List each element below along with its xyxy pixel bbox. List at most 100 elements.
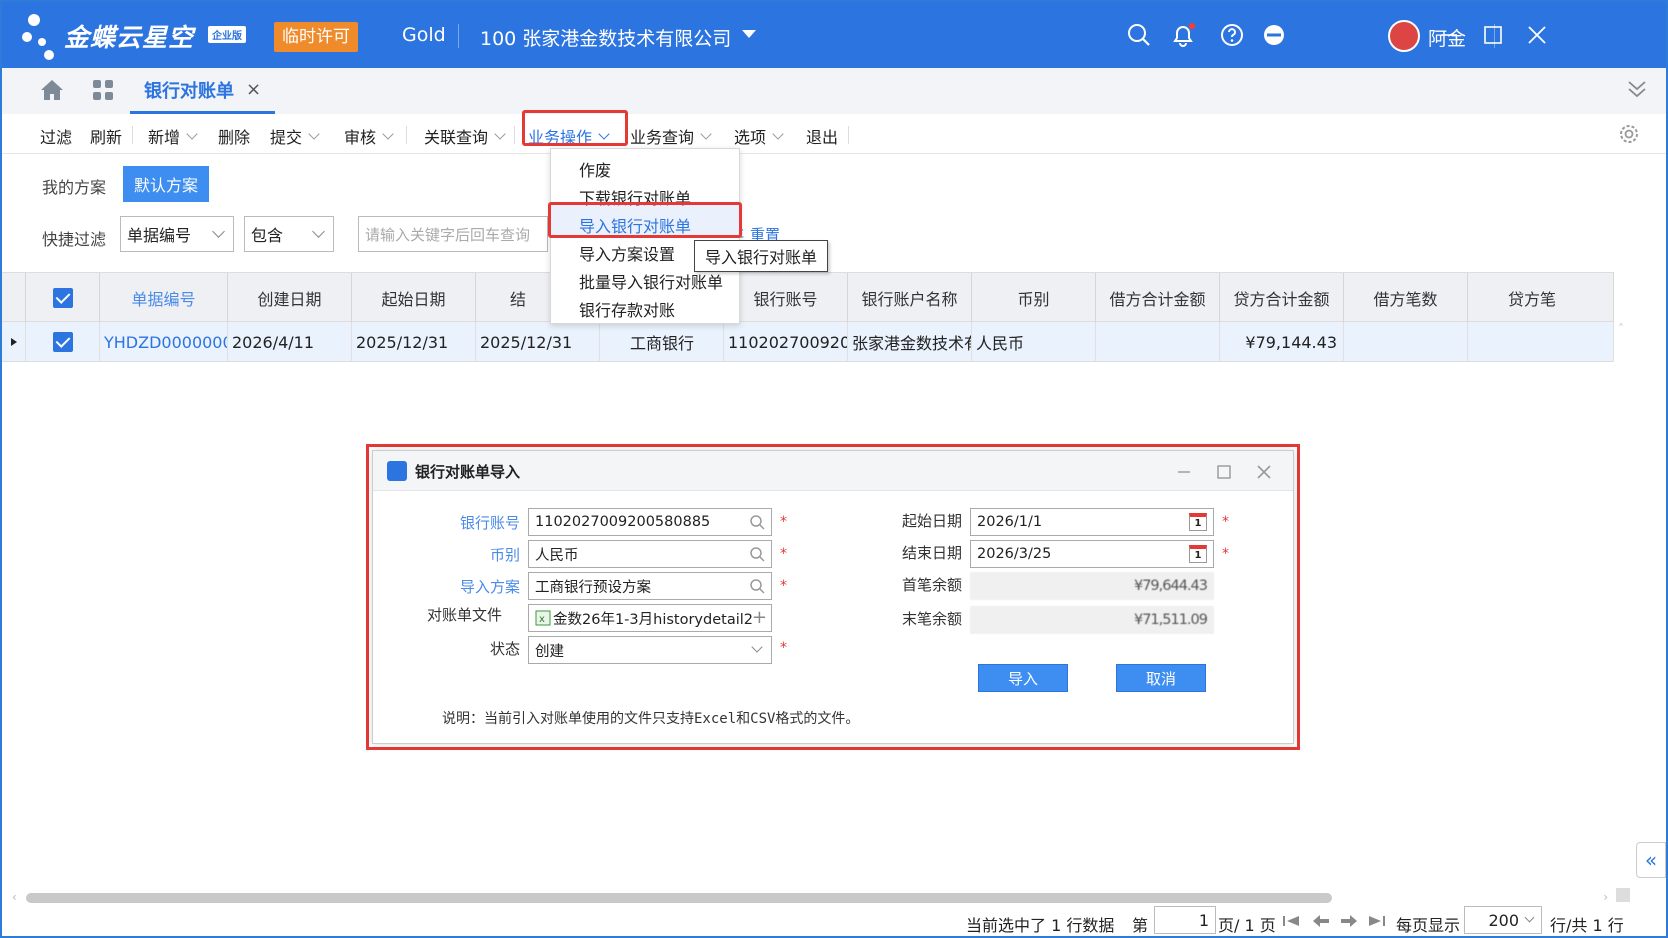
menu-item-import-scheme-settings[interactable]: 导入方案设置 (579, 241, 675, 265)
gear-icon[interactable] (1618, 123, 1640, 149)
maximize-icon[interactable] (1478, 20, 1508, 50)
search-icon[interactable] (749, 546, 765, 566)
org-code[interactable]: Gold (402, 24, 446, 46)
maximize-icon[interactable] (1211, 459, 1237, 485)
business-query-label: 业务查询 (630, 128, 695, 147)
status-value: 创建 (535, 643, 564, 660)
horizontal-scrollbar[interactable]: ‹ › (12, 890, 1608, 906)
col-credit-total[interactable]: 贷方合计金额 (1220, 273, 1344, 323)
col-currency[interactable]: 币别 (972, 273, 1096, 323)
options-label: 选项 (734, 128, 767, 147)
menu-item-batch-import[interactable]: 批量导入银行对账单 (579, 269, 723, 293)
scroll-up-icon[interactable]: ˄ (1618, 322, 1624, 336)
calendar-icon[interactable]: 1 (1189, 513, 1207, 531)
cell-bank-account: 1102027009200 (724, 322, 848, 362)
options-button[interactable]: 选项 (734, 124, 784, 148)
checkbox-icon (52, 332, 73, 352)
select-all-checkbox[interactable] (26, 273, 100, 323)
vertical-scrollbar[interactable]: ˄ (1614, 322, 1632, 902)
close-icon[interactable] (1251, 459, 1277, 485)
home-icon[interactable] (40, 79, 64, 105)
last-balance-value: ¥71,511.09 (970, 606, 1214, 634)
chevron-down-icon (312, 225, 325, 238)
app-icon (387, 461, 407, 481)
col-credit-count[interactable]: 贷方笔 (1468, 273, 1614, 323)
filter-button[interactable]: 过滤 (40, 124, 72, 148)
search-icon[interactable] (749, 578, 765, 598)
col-start-date[interactable]: 起始日期 (352, 273, 476, 323)
expand-panel-icon[interactable]: « (1636, 842, 1666, 878)
close-window-icon[interactable] (1522, 20, 1552, 50)
next-page-icon[interactable] (1340, 913, 1358, 932)
cell-debit-count (1344, 322, 1468, 362)
exit-button[interactable]: 退出 (806, 124, 838, 148)
currency-field[interactable]: 人民币 (528, 540, 772, 568)
page-number-input[interactable]: 1 (1154, 906, 1216, 934)
filter-field-select[interactable]: 单据编号 (120, 216, 234, 252)
org-dropdown-icon[interactable] (742, 30, 756, 38)
scroll-left-icon[interactable]: ‹ (12, 890, 17, 904)
chevron-down-icon (186, 127, 198, 140)
col-created-date[interactable]: 创建日期 (228, 273, 352, 323)
filter-keyword-input[interactable]: 请输入关键字后回车查询 (358, 216, 548, 252)
search-icon[interactable] (1124, 20, 1154, 50)
add-file-icon[interactable]: + (752, 607, 767, 628)
business-ops-highlight (522, 110, 628, 146)
col-debit-count[interactable]: 借方笔数 (1344, 273, 1468, 323)
per-page-select[interactable]: 200 (1464, 906, 1542, 934)
status-select[interactable]: 创建 (528, 636, 772, 664)
table-row[interactable]: YHDZD0000000 2026/4/11 2025/12/31 2025/1… (2, 322, 1614, 362)
audit-button[interactable]: 审核 (344, 124, 394, 148)
chevrons-down-icon[interactable] (1626, 78, 1648, 104)
start-date-label: 起始日期 (901, 512, 962, 530)
end-date-field[interactable]: 2026/3/25 1 (970, 540, 1214, 568)
avatar[interactable] (1388, 20, 1420, 52)
cell-bill-no[interactable]: YHDZD0000000 (100, 322, 228, 362)
prev-page-icon[interactable] (1312, 913, 1330, 932)
start-date-field[interactable]: 2026/1/1 1 (970, 508, 1214, 536)
cell-debit-total (1096, 322, 1220, 362)
search-icon[interactable] (749, 514, 765, 534)
minimize-icon[interactable] (1434, 20, 1464, 50)
default-scheme-button[interactable]: 默认方案 (123, 166, 209, 202)
menu-item-deposit-reconcile[interactable]: 银行存款对账 (579, 297, 675, 321)
new-button[interactable]: 新增 (148, 124, 198, 148)
col-debit-total[interactable]: 借方合计金额 (1096, 273, 1220, 323)
required-mark: * (780, 514, 787, 530)
first-page-icon[interactable] (1282, 913, 1300, 932)
related-query-button[interactable]: 关联查询 (424, 124, 506, 148)
import-scheme-field[interactable]: 工商银行预设方案 (528, 572, 772, 600)
required-mark: * (780, 640, 787, 656)
minus-circle-icon[interactable] (1259, 20, 1289, 50)
col-bill-no[interactable]: 单据编号 (100, 273, 228, 323)
minimize-icon[interactable] (1171, 459, 1197, 485)
dialog-note: 说明：当前引入对账单使用的文件只支持Excel和CSV格式的文件。 (442, 711, 860, 727)
col-account-name[interactable]: 银行账户名称 (848, 273, 972, 323)
apps-grid-icon[interactable] (92, 79, 114, 105)
filter-operator-select[interactable]: 包含 (244, 216, 334, 252)
bank-account-field[interactable]: 1102027009200580885 (528, 508, 772, 536)
grid-header: 单据编号 创建日期 起始日期 结 银行 银行账号 银行账户名称 币别 借方合计金… (2, 272, 1614, 323)
scroll-right-icon[interactable]: › (1603, 890, 1608, 904)
bank-account-value: 1102027009200580885 (535, 514, 711, 530)
statement-file-field[interactable]: x 金数26年1-3月historydetail2 + (528, 604, 772, 632)
tab-close-icon[interactable]: × (246, 79, 261, 100)
col-bank-account[interactable]: 银行账号 (724, 273, 848, 323)
submit-button[interactable]: 提交 (270, 124, 320, 148)
delete-button[interactable]: 删除 (218, 124, 250, 148)
tab-bank-statement[interactable]: 银行对账单 × (130, 68, 276, 114)
cancel-button[interactable]: 取消 (1116, 664, 1206, 692)
org-name[interactable]: 100 张家港金数技术有限公司 (480, 24, 731, 51)
import-button[interactable]: 导入 (978, 664, 1068, 692)
scrollbar-thumb[interactable] (26, 893, 1332, 903)
refresh-button[interactable]: 刷新 (90, 124, 122, 148)
business-query-button[interactable]: 业务查询 (630, 124, 712, 148)
menu-item-void[interactable]: 作废 (579, 157, 611, 181)
help-icon[interactable] (1217, 20, 1247, 50)
calendar-icon[interactable]: 1 (1189, 545, 1207, 563)
last-page-icon[interactable] (1368, 913, 1386, 932)
license-badge[interactable]: 临时许可 (274, 22, 358, 52)
bell-icon[interactable] (1168, 20, 1198, 50)
filter-label: 过滤 (40, 128, 73, 147)
row-checkbox[interactable] (26, 322, 100, 362)
